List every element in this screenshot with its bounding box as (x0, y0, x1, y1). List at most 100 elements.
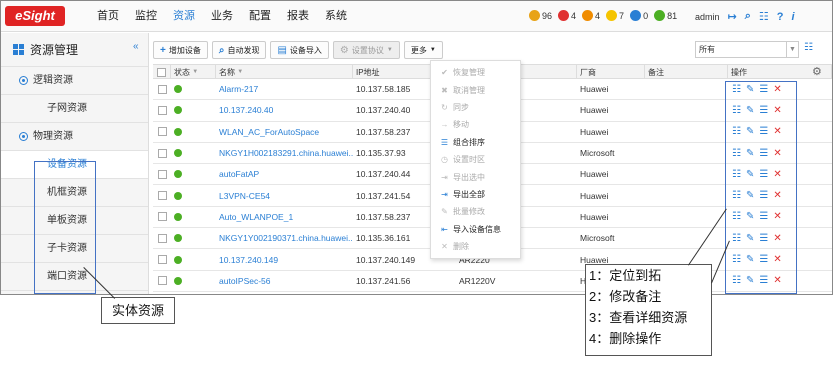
help-icon[interactable]: ? (777, 11, 784, 23)
alarm-count: 4 (595, 10, 601, 21)
col-note[interactable]: 备注 (645, 65, 728, 79)
timezone-icon: ◷ (441, 155, 448, 165)
user-area: admin ↦ ⌕ ☷ ? i (695, 10, 795, 23)
nav-item-3[interactable]: 业务 (203, 1, 241, 32)
row-checkbox[interactable] (153, 79, 171, 99)
collapse-sidebar-icon[interactable]: « (133, 41, 139, 52)
operation-legend-line: 2：修改备注 (589, 289, 662, 304)
device-name-link[interactable]: 10.137.240.149 (216, 249, 353, 269)
select-all-checkbox[interactable] (153, 65, 171, 79)
row-checkbox[interactable] (153, 185, 171, 205)
alarm-counter[interactable]: 4 (558, 10, 576, 21)
device-name-link[interactable]: 10.137.240.40 (216, 100, 353, 120)
device-name-link[interactable]: NKGY1H002183291.china.huawei.... (216, 143, 353, 163)
row-checkbox[interactable] (153, 249, 171, 269)
nav-item-2[interactable]: 资源 (165, 1, 203, 32)
topology-icon[interactable]: ☷ (759, 10, 769, 23)
alarm-counter[interactable]: 4 (582, 10, 600, 21)
col-name[interactable]: 名称 ▼ (216, 65, 353, 79)
vendor-cell: Huawei (580, 211, 609, 222)
alarm-counter[interactable]: 96 (529, 10, 552, 21)
menu-item-export-all[interactable]: ⇥ 导出全部 (431, 186, 520, 203)
note-cell (645, 164, 728, 184)
menu-item-delete[interactable]: ✕ 删除 (431, 238, 520, 255)
nav-item-1[interactable]: 监控 (127, 1, 165, 32)
info-alarm-icon (630, 10, 642, 21)
menu-item-batch-edit[interactable]: ✎ 批量修改 (431, 203, 520, 220)
menu-item-unmanage[interactable]: ✖ 取消管理 (431, 81, 520, 98)
logout-icon[interactable]: ↦ (728, 10, 737, 23)
nav-item-5[interactable]: 报表 (279, 1, 317, 32)
sidebar-group[interactable]: 物理资源 (1, 123, 148, 151)
device-name-link[interactable]: NKGY1Y002190371.china.huawei.... (216, 228, 353, 248)
device-name-link[interactable]: autoFatAP (216, 164, 353, 184)
alarm-count: 4 (571, 10, 577, 21)
menu-item-sort[interactable]: ☰ 组合排序 (431, 134, 520, 151)
nav-item-4[interactable]: 配置 (241, 1, 279, 32)
device-name-link[interactable]: Auto_WLANPOE_1 (216, 207, 353, 227)
more-button[interactable]: 更多 ▼ (403, 41, 443, 59)
note-cell (645, 185, 728, 205)
search-icon[interactable]: ⌕ (745, 10, 751, 23)
nav-item-6[interactable]: 系统 (317, 1, 355, 32)
alarm-counter[interactable]: 81 (654, 10, 677, 21)
column-settings-gear-icon[interactable]: ⚙ (812, 65, 822, 78)
row-checkbox[interactable] (153, 143, 171, 163)
device-name-link[interactable]: Alarm-217 (216, 79, 353, 99)
menu-item-restore[interactable]: ✔ 恢复管理 (431, 64, 520, 81)
menu-item-timezone[interactable]: ◷ 设置时区 (431, 151, 520, 168)
col-vendor[interactable]: 厂商 (577, 65, 645, 79)
username[interactable]: admin (695, 12, 720, 22)
menu-item-export-selected[interactable]: ⇥ 导出选中 (431, 168, 520, 185)
sidebar-item[interactable]: 子网资源 (1, 95, 148, 123)
alarm-summary: 96 4 4 7 0 81 (529, 10, 677, 21)
toolbar: + 增加设备 ⌕ 自动发现 ▤ 设备导入 ⚙ 设置协议 ▼ 更多 ▼ (153, 41, 443, 59)
alarm-count: 0 (643, 10, 649, 21)
info-icon[interactable]: i (792, 11, 795, 23)
alarm-counter[interactable]: 7 (606, 10, 624, 21)
note-cell (645, 122, 728, 142)
row-checkbox[interactable] (153, 207, 171, 227)
device-name-link[interactable]: WLAN_AC_ForAutoSpace (216, 122, 353, 142)
auto-discover-button[interactable]: ⌕ 自动发现 (211, 41, 267, 59)
row-checkbox[interactable] (153, 271, 171, 291)
alarm-counter[interactable]: 0 (630, 10, 648, 21)
device-import-button[interactable]: ▤ 设备导入 (270, 41, 329, 59)
alarm-count: 96 (542, 10, 553, 21)
row-checkbox[interactable] (153, 122, 171, 142)
row-checkbox[interactable] (153, 164, 171, 184)
row-checkbox[interactable] (153, 228, 171, 248)
alarm-count: 81 (667, 10, 678, 21)
menu-item-move[interactable]: → 移动 (431, 116, 520, 133)
nav-item-0[interactable]: 首页 (89, 1, 127, 32)
export-all-icon: ⇥ (441, 189, 448, 199)
menu-item-sync[interactable]: ↻ 同步 (431, 99, 520, 116)
operation-legend-line: 1：定位到拓 (589, 268, 662, 283)
vendor-cell: Huawei (580, 105, 609, 116)
status-cell (171, 122, 216, 142)
operation-legend-line: 3：查看详细资源 (589, 310, 688, 325)
top-navbar: eSight 首页 监控 资源 业务 配置 报表 系统 96 4 4 7 0 81 admin ↦ ⌕… (1, 1, 832, 32)
operation-legend-line: 4：删除操作 (589, 331, 662, 346)
sort-icon: ☰ (440, 137, 449, 147)
set-protocol-button[interactable]: ⚙ 设置协议 ▼ (332, 41, 400, 59)
col-status[interactable]: 状态 ▼ (171, 65, 216, 79)
status-cell (171, 207, 216, 227)
add-device-button[interactable]: + 增加设备 (153, 41, 208, 59)
app-window: eSight 首页 监控 资源 业务 配置 报表 系统 96 4 4 7 0 81 admin ↦ ⌕… (0, 0, 833, 295)
import-icon: ▤ (277, 44, 287, 56)
operations-legend-callout: 1：定位到拓 2：修改备注 3：查看详细资源 4：删除操作 (585, 264, 712, 356)
filter-select[interactable]: 所有 ▼ (695, 41, 799, 58)
status-cell (171, 100, 216, 120)
vendor-cell: Huawei (580, 190, 609, 201)
chevron-down-icon: ▼ (786, 42, 798, 57)
batch-edit-icon: ✎ (441, 207, 448, 217)
row-checkbox[interactable] (153, 100, 171, 120)
filter-icon[interactable]: ☷ (804, 42, 813, 53)
delete-icon: ✕ (441, 242, 448, 252)
device-name-link[interactable]: L3VPN-CE54 (216, 185, 353, 205)
menu-item-import-info[interactable]: ⇤ 导入设备信息 (431, 221, 520, 238)
device-name-link[interactable]: autoIPSec-56 (216, 271, 353, 291)
search-icon: ⌕ (218, 44, 225, 56)
sidebar-group[interactable]: 逻辑资源 (1, 67, 148, 95)
